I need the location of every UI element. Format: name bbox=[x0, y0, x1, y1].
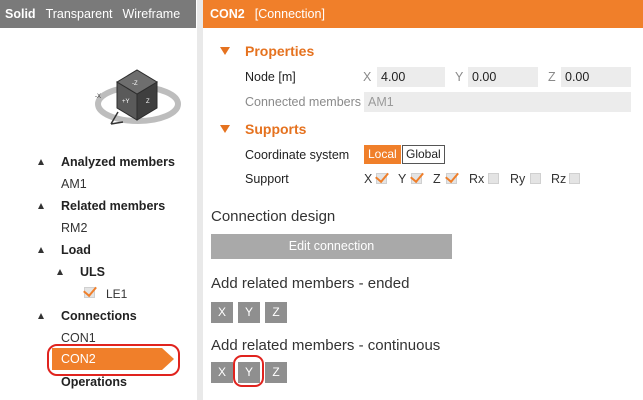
coordinate-system-label: Coordinate system bbox=[245, 148, 350, 162]
tab-wireframe[interactable]: Wireframe bbox=[118, 0, 186, 28]
tree-related-members[interactable]: Related members bbox=[61, 197, 165, 215]
view-cube[interactable]: -Z +Y Z -X bbox=[84, 50, 194, 134]
le1-checkbox[interactable] bbox=[83, 282, 97, 298]
tab-solid[interactable]: Solid bbox=[0, 0, 41, 28]
support-rx-checkbox[interactable] bbox=[488, 173, 499, 184]
tree-item-rm2[interactable]: RM2 bbox=[61, 219, 87, 237]
left-panel: Solid Transparent Wireframe -Z +Y Z -X A… bbox=[0, 0, 196, 400]
check-icon bbox=[445, 168, 459, 184]
add-continuous-x-button[interactable]: X bbox=[211, 362, 233, 383]
node-z-input[interactable]: 0.00 bbox=[561, 67, 631, 87]
add-ended-heading: Add related members - ended bbox=[211, 275, 410, 292]
view-mode-tabs: Solid Transparent Wireframe bbox=[0, 0, 196, 28]
tree-load[interactable]: Load bbox=[61, 241, 91, 259]
coord-global-button[interactable]: Global bbox=[402, 145, 445, 164]
object-header: CON2 [Connection] bbox=[203, 0, 643, 28]
node-y-input[interactable]: 0.00 bbox=[468, 67, 538, 87]
y-button-highlight-ring bbox=[233, 355, 264, 387]
support-z-checkbox[interactable] bbox=[445, 168, 459, 184]
connection-design-heading: Connection design bbox=[211, 208, 336, 225]
node-x-label: X bbox=[363, 70, 372, 84]
edit-connection-button[interactable]: Edit connection bbox=[211, 234, 452, 259]
cube-label-top: -Z bbox=[132, 81, 138, 87]
tree-operations[interactable]: Operations bbox=[61, 373, 127, 391]
add-continuous-heading: Add related members - continuous bbox=[211, 337, 441, 354]
support-rz-label: Rz bbox=[551, 172, 567, 186]
support-x-label: X bbox=[364, 172, 373, 186]
cube-label-z: Z bbox=[146, 99, 150, 105]
support-label: Support bbox=[245, 172, 289, 186]
collapse-properties-icon[interactable] bbox=[220, 47, 230, 55]
add-ended-z-button[interactable]: Z bbox=[265, 302, 287, 323]
support-z-label: Z bbox=[433, 172, 441, 186]
cube-label-x: -X bbox=[95, 94, 101, 100]
support-ry-checkbox[interactable] bbox=[530, 173, 541, 184]
add-ended-y-button[interactable]: Y bbox=[238, 302, 260, 323]
check-icon bbox=[410, 168, 424, 184]
con2-highlight-ring bbox=[47, 344, 180, 376]
check-icon bbox=[375, 168, 389, 184]
tree-analyzed-members[interactable]: Analyzed members bbox=[61, 153, 175, 171]
expand-related-icon[interactable] bbox=[38, 203, 44, 209]
support-y-label: Y bbox=[398, 172, 407, 186]
expand-load-icon[interactable] bbox=[38, 247, 44, 253]
node-y-label: Y bbox=[455, 70, 464, 84]
collapse-supports-icon[interactable] bbox=[220, 125, 230, 133]
supports-heading[interactable]: Supports bbox=[245, 121, 306, 137]
support-ry-label: Ry bbox=[510, 172, 526, 186]
expand-uls-icon[interactable] bbox=[57, 269, 63, 275]
object-type: [Connection] bbox=[254, 7, 325, 21]
connected-members-field: AM1 bbox=[364, 92, 631, 112]
support-y-checkbox[interactable] bbox=[410, 168, 424, 184]
tree-item-am1[interactable]: AM1 bbox=[61, 175, 87, 193]
connected-members-label: Connected members bbox=[245, 95, 362, 109]
support-rx-label: Rx bbox=[469, 172, 485, 186]
add-continuous-z-button[interactable]: Z bbox=[265, 362, 287, 383]
support-rz-checkbox[interactable] bbox=[569, 173, 580, 184]
node-z-label: Z bbox=[548, 70, 556, 84]
tab-transparent[interactable]: Transparent bbox=[41, 0, 118, 28]
expand-connections-icon[interactable] bbox=[38, 313, 44, 319]
node-x-input[interactable]: 4.00 bbox=[377, 67, 445, 87]
node-label: Node [m] bbox=[245, 70, 296, 84]
cube-label-y: +Y bbox=[122, 99, 130, 105]
check-icon bbox=[83, 282, 97, 298]
tree-connections[interactable]: Connections bbox=[61, 307, 137, 325]
properties-heading[interactable]: Properties bbox=[245, 43, 314, 59]
object-name: CON2 bbox=[210, 7, 245, 21]
support-x-checkbox[interactable] bbox=[375, 168, 389, 184]
tree-uls[interactable]: ULS bbox=[80, 263, 105, 281]
expand-analyzed-icon[interactable] bbox=[38, 159, 44, 165]
properties-panel: CON2 [Connection] Properties Node [m] X … bbox=[203, 0, 643, 400]
add-ended-x-button[interactable]: X bbox=[211, 302, 233, 323]
coord-local-button[interactable]: Local bbox=[364, 145, 401, 164]
tree-item-le1[interactable]: LE1 bbox=[106, 285, 127, 303]
